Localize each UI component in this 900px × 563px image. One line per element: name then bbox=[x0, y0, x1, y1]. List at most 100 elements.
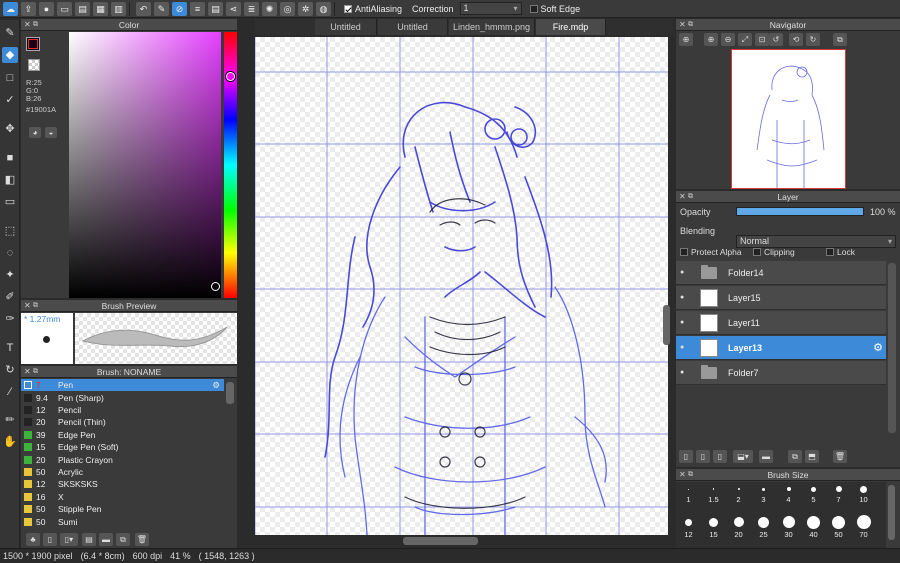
brush-size-option[interactable]: 25 bbox=[751, 515, 776, 539]
close-icon[interactable]: ✕ bbox=[679, 469, 686, 481]
brush-add-icon[interactable]: ♣ bbox=[26, 533, 40, 546]
brush-item[interactable]: 12 SKSKSKS bbox=[21, 478, 224, 490]
concentric-icon[interactable]: ◎ bbox=[280, 1, 295, 16]
brush-size-option[interactable]: 10 bbox=[851, 484, 876, 508]
fit-window-icon[interactable]: ⤢ bbox=[738, 33, 752, 46]
brush-size-option[interactable]: 1 bbox=[676, 484, 701, 508]
layer-item-layer13[interactable]: ● Layer13 ⚙ bbox=[676, 336, 886, 360]
primary-color-swatch[interactable] bbox=[26, 37, 40, 51]
brush-item[interactable]: 20 Pencil (Thin) bbox=[21, 416, 224, 428]
eraser-icon[interactable]: ◆ bbox=[2, 47, 18, 63]
text-icon[interactable]: T bbox=[2, 340, 18, 356]
curve-icon[interactable]: ◍ bbox=[316, 1, 331, 16]
tab-untitled-2[interactable]: Untitled bbox=[378, 19, 448, 35]
actual-size-icon[interactable]: ⊡ bbox=[755, 33, 769, 46]
tab-linden[interactable]: Linden_hmmm.png bbox=[449, 19, 535, 35]
grid-icon[interactable]: ▦ bbox=[93, 1, 108, 16]
select-lasso-icon[interactable]: ✓ bbox=[2, 92, 18, 108]
layer-item-layer15[interactable]: ● Layer15 bbox=[676, 286, 886, 310]
visibility-icon[interactable]: ● bbox=[680, 269, 692, 276]
canvas-horizontal-scrollbar[interactable] bbox=[403, 537, 478, 545]
magic-wand-icon[interactable]: ✦ bbox=[2, 267, 18, 283]
brush-item[interactable]: 9.4 Pen (Sharp) bbox=[21, 391, 224, 403]
new-layer-icon[interactable]: ▯ bbox=[679, 450, 693, 463]
brush-size-scrollbar[interactable] bbox=[888, 485, 895, 540]
undock-icon[interactable]: ⧉ bbox=[33, 19, 38, 31]
brush-size-option[interactable]: 40 bbox=[801, 515, 826, 539]
folder-icon[interactable]: ▬ bbox=[759, 450, 773, 463]
gear-icon[interactable]: ⚙ bbox=[873, 341, 883, 354]
crosshatch-icon[interactable]: ▤ bbox=[208, 1, 223, 16]
brush-copy-icon[interactable]: ▤ bbox=[82, 533, 96, 546]
fill-rect-icon[interactable]: ■ bbox=[2, 150, 18, 166]
undock-icon[interactable]: ⧉ bbox=[33, 366, 38, 378]
brush-size-option[interactable]: 7 bbox=[826, 484, 851, 508]
saturation-value-picker[interactable] bbox=[69, 32, 221, 298]
rotate-right-icon[interactable]: ↻ bbox=[806, 33, 820, 46]
cloud-icon[interactable]: ☁ bbox=[3, 1, 18, 16]
brush-size-option[interactable]: 1.5 bbox=[701, 484, 726, 508]
comment-icon[interactable]: ▭ bbox=[57, 1, 72, 16]
document-icon[interactable]: ▤ bbox=[75, 1, 90, 16]
zoom-in-icon[interactable]: ⊕ bbox=[679, 33, 693, 46]
brush-size-option[interactable]: 15 bbox=[701, 515, 726, 539]
visibility-icon[interactable]: ● bbox=[680, 369, 692, 376]
visibility-icon[interactable]: ● bbox=[680, 344, 692, 351]
brush-mode-icon[interactable]: ✎ bbox=[154, 1, 169, 16]
lasso-icon[interactable]: ◌ bbox=[2, 245, 18, 261]
drawing-canvas[interactable] bbox=[255, 37, 668, 535]
correction-select[interactable]: 1 ▾ bbox=[459, 2, 522, 15]
reset-rotation-icon[interactable]: ⟲ bbox=[789, 33, 803, 46]
lock-toggle[interactable]: Lock bbox=[826, 247, 855, 257]
brush-item[interactable]: 50 Stipple Pen bbox=[21, 503, 224, 515]
brush-size-option[interactable]: 3 bbox=[751, 484, 776, 508]
parallel-icon[interactable]: ≣ bbox=[244, 1, 259, 16]
new-layer-8bpp-icon[interactable]: ▯ bbox=[696, 450, 710, 463]
color-wheel-icon[interactable]: ◒ bbox=[45, 127, 57, 138]
close-icon[interactable]: ✕ bbox=[679, 191, 686, 203]
radial-icon[interactable]: ✺ bbox=[262, 1, 277, 16]
brush-item[interactable]: 15 Edge Pen (Soft) bbox=[21, 441, 224, 453]
layer-list-scrollbar[interactable] bbox=[888, 263, 896, 433]
close-icon[interactable]: ✕ bbox=[679, 19, 686, 31]
trash-icon[interactable]: 🗑 bbox=[833, 450, 847, 463]
close-icon[interactable]: ✕ bbox=[24, 366, 31, 378]
new-layer-1bpp-icon[interactable]: ▯ bbox=[713, 450, 727, 463]
lock-checkbox[interactable] bbox=[826, 248, 834, 256]
flip-icon[interactable]: ⧉ bbox=[833, 33, 847, 46]
pen-icon[interactable]: ✏ bbox=[2, 412, 18, 428]
share-icon[interactable]: ⇪ bbox=[21, 1, 36, 16]
brush-size-option[interactable]: 4 bbox=[776, 484, 801, 508]
panel-icon[interactable]: ▥ bbox=[111, 1, 126, 16]
select-pen-icon[interactable]: ✐ bbox=[2, 289, 18, 305]
brush-size-option[interactable]: 20 bbox=[726, 515, 751, 539]
brush-size-option[interactable]: 12 bbox=[676, 515, 701, 539]
duplicate-icon[interactable]: ⧉ bbox=[788, 450, 802, 463]
undock-icon[interactable]: ⧉ bbox=[33, 300, 38, 312]
transparent-color-swatch[interactable] bbox=[28, 59, 40, 71]
visibility-icon[interactable]: ● bbox=[680, 294, 692, 301]
brush-item[interactable]: 50 Sumi bbox=[21, 515, 224, 527]
palette-icon[interactable]: ◕ bbox=[29, 127, 41, 138]
brush-size-option[interactable]: 70 bbox=[851, 515, 876, 539]
perspective-icon[interactable]: ⋖ bbox=[226, 1, 241, 16]
duplicate-icon[interactable]: ⧉ bbox=[116, 533, 130, 546]
tab-fire[interactable]: Fire.mdp bbox=[536, 19, 606, 35]
antialiasing-toggle[interactable]: AntiAliasing bbox=[344, 4, 402, 14]
brush-options-icon[interactable]: ▯▾ bbox=[60, 533, 78, 546]
brush-item[interactable]: 12 Pencil bbox=[21, 404, 224, 416]
visibility-icon[interactable]: ● bbox=[680, 319, 692, 326]
protect-alpha-toggle[interactable]: Protect Alpha bbox=[680, 247, 742, 257]
symmetry-icon[interactable]: ✲ bbox=[298, 1, 313, 16]
hand-rotate-icon[interactable]: ↻ bbox=[2, 362, 18, 378]
brush-list-scrollbar[interactable] bbox=[226, 382, 234, 404]
hue-handle[interactable] bbox=[226, 72, 235, 81]
clipping-checkbox[interactable] bbox=[753, 248, 761, 256]
brush-item[interactable]: 16 X bbox=[21, 491, 224, 503]
brush-item-pen[interactable]: 7 Pen ⚙ bbox=[21, 379, 224, 392]
brush-item[interactable]: 39 Edge Pen bbox=[21, 429, 224, 441]
zoom-in-icon[interactable]: ⊕ bbox=[704, 33, 718, 46]
zoom-out-icon[interactable]: ⊖ bbox=[721, 33, 735, 46]
brush-size-option[interactable]: 50 bbox=[826, 515, 851, 539]
gradient-icon[interactable]: ▭ bbox=[2, 194, 18, 210]
